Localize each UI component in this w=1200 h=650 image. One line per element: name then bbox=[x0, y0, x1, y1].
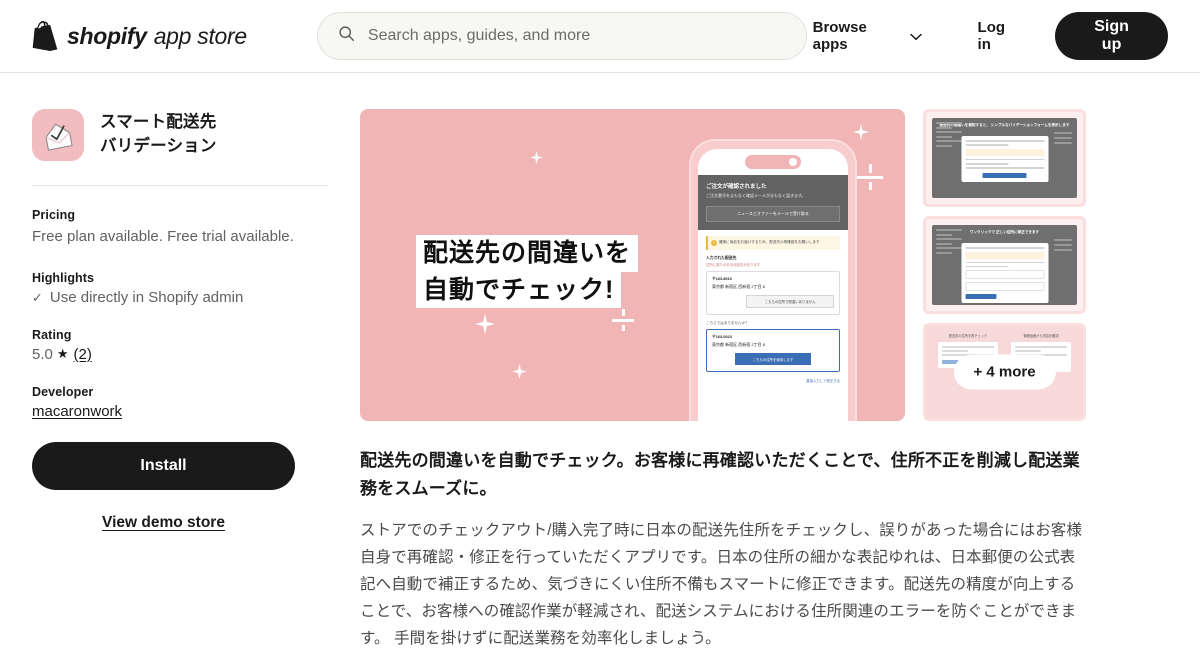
hero-headline: 配送先の間違いを 自動でチェック! bbox=[416, 235, 639, 308]
phone-card1-zip: 〒163-8010 bbox=[712, 277, 732, 282]
phone-card2-zip: 〒163-0023 bbox=[712, 335, 732, 340]
phone-order-header: ご注文が確認されました ご注文番号をまもなく確認メールがまもなく届きます。 ニュ… bbox=[698, 175, 848, 230]
page-content: スマート配送先 バリデーション Pricing Free plan availa… bbox=[0, 73, 1200, 650]
phone-screen: ご注文が確認されました ご注文番号をまもなく確認メールがまもなく届きます。 ニュ… bbox=[698, 149, 848, 421]
phone-card2-button: こちらの住所を使用します bbox=[735, 353, 811, 366]
rating-label: Rating bbox=[32, 327, 72, 342]
phone-address-card-suggested: 〒163-0023 東京都 新宿区 西新宿 2丁目 8 こちらの住所を使用します bbox=[706, 329, 840, 373]
star-icon: ★ bbox=[56, 346, 69, 361]
highlight-item-label: Use directly in Shopify admin bbox=[49, 288, 244, 306]
phone-manual-edit-link: 直接入力して修正する bbox=[806, 379, 840, 384]
phone-newsletter-button: ニュースとオファーをメールで受け取る bbox=[706, 206, 840, 222]
highlights-label: Highlights bbox=[32, 270, 95, 285]
app-title-line-2: バリデーション bbox=[100, 136, 217, 155]
thumbnail-1[interactable]: 配送先の間違いを検知すると、 シンプルなバリデーションフォームを表示します bbox=[923, 109, 1086, 207]
phone-entered-label: 入力された配送先 bbox=[706, 255, 737, 260]
phone-address-card-entered: 〒163-8010 東京都 新宿区 西新宿 2丁目 8 こちらの住所で間違いあり… bbox=[706, 271, 840, 316]
phone-notch bbox=[745, 155, 801, 169]
thumbnail-2[interactable]: ワンクリックで 正しい住所に修正できます bbox=[923, 216, 1086, 314]
thumbnail-2-side bbox=[1054, 239, 1072, 254]
hero-headline-line-2: 自動でチェック! bbox=[416, 271, 622, 308]
phone-body: 確実に商品をお届けするため、配送先の再確認をお願いします 入力された配送先 住所… bbox=[698, 230, 848, 389]
thumbnail-2-modal bbox=[961, 243, 1048, 303]
thumbnail-3-caption-right: 管理画面から内容を確認 bbox=[1023, 334, 1059, 338]
thumbnail-1-nav bbox=[936, 122, 962, 149]
sparkle-cross-icon bbox=[612, 309, 634, 331]
hero-headline-line-1: 配送先の間違いを bbox=[416, 235, 639, 272]
rating-value-row: 5.0 ★ (2) bbox=[32, 346, 328, 363]
logo-wordmark: shopify app store bbox=[67, 23, 247, 50]
app-icon bbox=[32, 109, 84, 161]
thumbnail-2-content: ワンクリックで 正しい住所に修正できます bbox=[932, 225, 1077, 305]
browse-apps-menu[interactable]: Browse apps bbox=[807, 11, 928, 61]
phone-card2-address: 東京都 新宿区 西新宿 2丁目 8 bbox=[712, 342, 765, 348]
highlights-block: Highlights ✓ Use directly in Shopify adm… bbox=[32, 271, 328, 306]
header-nav: Browse apps Log in Sign up bbox=[807, 11, 1168, 61]
description-headline: 配送先の間違いを自動でチェック。お客様に再確認いただくことで、住所不正を削減し配… bbox=[360, 451, 1080, 498]
logo-brand: shopify bbox=[67, 22, 147, 49]
thumbnail-list: 配送先の間違いを検知すると、 シンプルなバリデーションフォームを表示します ワン… bbox=[923, 109, 1086, 421]
hero-image[interactable]: 配送先の間違いを 自動でチェック! ご注文が確認されました ご注文番号をまもなく… bbox=[360, 109, 905, 421]
sparkle-cross-icon bbox=[857, 164, 883, 190]
site-header: shopifyapp store Browse apps Log in Sign… bbox=[0, 0, 1200, 73]
rating-count-link[interactable]: (2) bbox=[74, 346, 92, 363]
search-icon bbox=[338, 25, 355, 47]
media-gallery: 配送先の間違いを 自動でチェック! ご注文が確認されました ご注文番号をまもなく… bbox=[360, 109, 1168, 421]
developer-label: Developer bbox=[32, 384, 94, 399]
thumbnail-3-more[interactable]: 配送前の住所を再チェック 管理画面から内容を確認 + 4 more bbox=[923, 323, 1086, 421]
app-sidebar: スマート配送先 バリデーション Pricing Free plan availa… bbox=[32, 109, 328, 650]
app-identity: スマート配送先 バリデーション bbox=[32, 109, 328, 161]
thumbnail-1-modal bbox=[961, 136, 1048, 182]
search-input[interactable] bbox=[367, 13, 786, 59]
developer-link[interactable]: macaronwork bbox=[32, 403, 328, 420]
browse-apps-label: Browse apps bbox=[812, 19, 867, 53]
sparkle-icon bbox=[512, 364, 527, 379]
app-main: 配送先の間違いを 自動でチェック! ご注文が確認されました ご注文番号をまもなく… bbox=[360, 109, 1168, 650]
sparkle-icon bbox=[530, 151, 543, 164]
phone-order-title: ご注文が確認されました bbox=[706, 184, 767, 190]
developer-block: Developer macaronwork bbox=[32, 385, 328, 420]
phone-order-subtitle: ご注文番号をまもなく確認メールがまもなく届きます。 bbox=[706, 193, 806, 198]
app-description: 配送先の間違いを自動でチェック。お客様に再確認いただくことで、住所不正を削減し配… bbox=[360, 447, 1086, 650]
pricing-block: Pricing Free plan available. Free trial … bbox=[32, 208, 328, 249]
chevron-down-icon bbox=[909, 28, 922, 45]
thumbnail-1-side bbox=[1054, 132, 1072, 147]
thumbnail-2-nav bbox=[936, 229, 962, 256]
sidebar-divider bbox=[32, 185, 328, 186]
view-demo-store-link[interactable]: View demo store bbox=[32, 514, 295, 532]
description-body: ストアでのチェックアウト/購入完了時に日本の配送先住所をチェックし、誤りがあった… bbox=[360, 518, 1086, 650]
pricing-label: Pricing bbox=[32, 208, 76, 222]
highlight-item: ✓ Use directly in Shopify admin bbox=[32, 289, 328, 306]
sparkle-icon bbox=[475, 314, 495, 334]
pricing-value: Free plan available. Free trial availabl… bbox=[32, 228, 294, 245]
sign-up-button[interactable]: Sign up bbox=[1055, 12, 1168, 60]
search-box[interactable] bbox=[316, 12, 807, 60]
thumbnail-3-caption-left: 配送前の住所を再チェック bbox=[948, 334, 988, 338]
phone-suggestion-question: こちらではありませんか？ bbox=[706, 321, 749, 326]
phone-mockup: ご注文が確認されました ご注文番号をまもなく確認メールがまもなく届きます。 ニュ… bbox=[689, 139, 857, 421]
app-title: スマート配送先 バリデーション bbox=[100, 109, 217, 159]
install-button[interactable]: Install bbox=[32, 441, 295, 490]
logo-suffix: app store bbox=[153, 22, 248, 49]
shopify-bag-icon bbox=[32, 21, 58, 51]
description-paragraph: ストアでのチェックアウト/購入完了時に日本の配送先住所をチェックし、誤りがあった… bbox=[360, 522, 1083, 647]
phone-card1-address: 東京都 新宿区 西新宿 2丁目 8 bbox=[712, 284, 765, 290]
rating-score: 5.0 bbox=[32, 345, 53, 363]
shopify-app-store-logo[interactable]: shopify app store bbox=[32, 21, 247, 51]
log-in-link[interactable]: Log in bbox=[972, 11, 1028, 61]
sparkle-icon bbox=[853, 124, 869, 140]
thumbnail-1-content: 配送先の間違いを検知すると、 シンプルなバリデーションフォームを表示します bbox=[932, 118, 1077, 198]
app-title-line-1: スマート配送先 bbox=[100, 113, 217, 131]
check-icon: ✓ bbox=[32, 289, 43, 305]
phone-entered-sub: 住所に誤りがある可能性があります bbox=[706, 263, 761, 268]
phone-card1-button: こちらの住所で間違いありません bbox=[746, 295, 834, 309]
more-media-label: + 4 more bbox=[953, 354, 1056, 390]
rating-block: Rating 5.0 ★ (2) bbox=[32, 328, 328, 363]
phone-warning-banner: 確実に商品をお届けするため、配送先の再確認をお願いします bbox=[706, 236, 840, 250]
